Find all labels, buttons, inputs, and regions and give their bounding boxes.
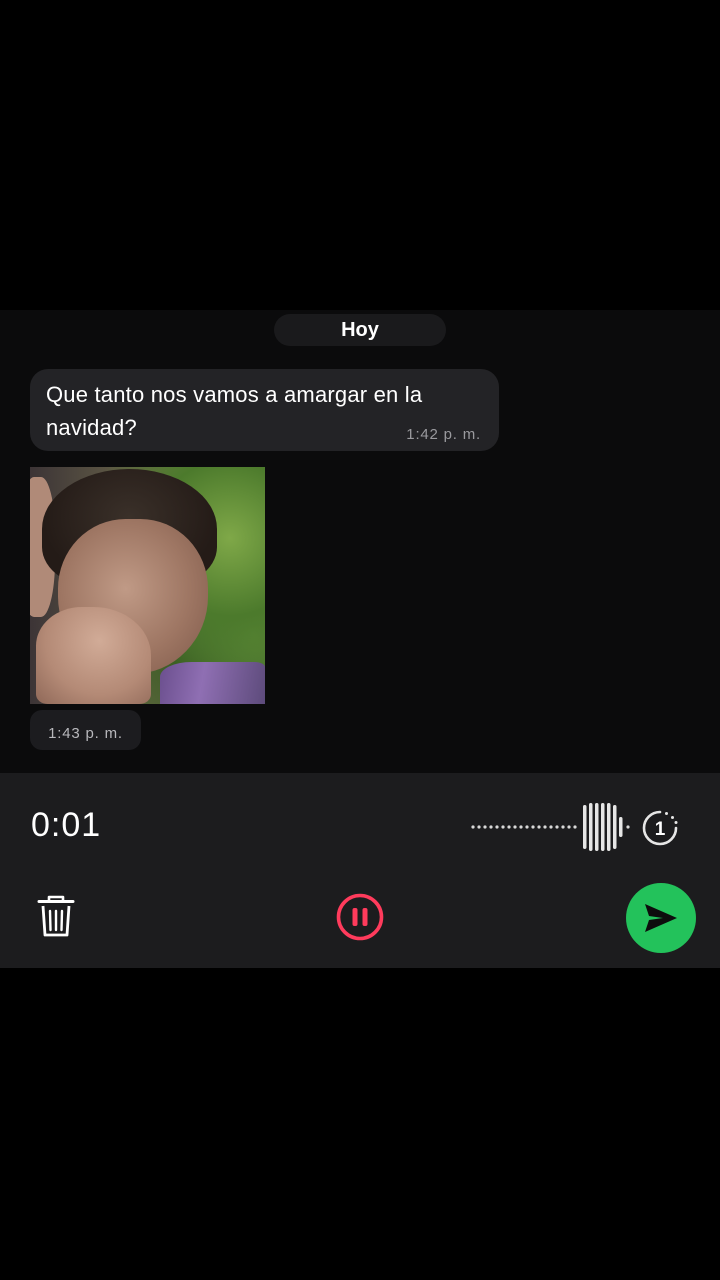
send-icon [645,904,677,932]
photo-detail [160,662,265,704]
view-once-icon[interactable]: 1 [641,809,679,847]
image-message[interactable] [30,467,265,704]
waveform-dots [471,825,630,829]
date-separator: Hoy [274,314,446,346]
pause-button[interactable] [336,893,384,941]
screen: Hoy Que tanto nos vamos a amargar en la … [0,0,720,1280]
waveform-bars [583,803,623,851]
send-button[interactable] [626,883,696,953]
pause-icon [352,908,358,926]
message-timestamp: 1:42 p. m. [406,426,481,443]
photo-detail [36,607,151,704]
voice-recorder-bar: 0:01 1 [0,773,720,968]
recording-timer: 0:01 [31,806,102,844]
incoming-message-bubble[interactable]: Que tanto nos vamos a amargar en la navi… [30,369,499,451]
waveform [471,803,630,851]
image-timestamp: 1:43 p. m. [30,710,141,750]
view-once-label: 1 [655,819,666,840]
chat-area: Hoy Que tanto nos vamos a amargar en la … [0,310,720,773]
trash-icon[interactable] [36,894,76,938]
